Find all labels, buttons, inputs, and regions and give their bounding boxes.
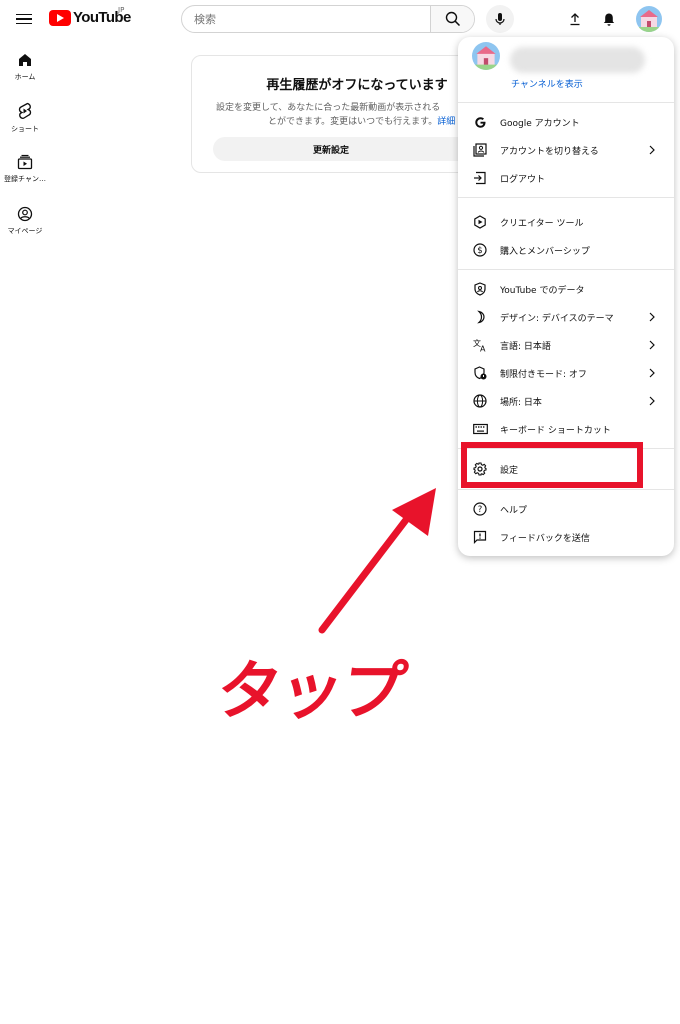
menu-section-help: ? ヘルプ フィードバックを送信: [458, 490, 674, 556]
youtube-logo[interactable]: YouTube JP: [49, 6, 131, 26]
switch-account-icon: [472, 142, 488, 158]
hamburger-menu-icon[interactable]: [14, 9, 34, 29]
chevron-right-icon: [649, 145, 655, 155]
menu-item-label: ログアウト: [500, 174, 546, 185]
account-menu-header: チャンネルを表示: [458, 37, 674, 103]
search-button[interactable]: [430, 6, 474, 32]
play-logo-icon: [49, 9, 71, 26]
keyboard-icon: [472, 421, 488, 437]
nav-item-subscriptions[interactable]: 登録チャン…: [0, 154, 50, 184]
nav-label: ショート: [11, 125, 39, 133]
notifications-button[interactable]: [598, 8, 620, 30]
view-channel-link[interactable]: チャンネルを表示: [511, 77, 583, 90]
menu-avatar: [472, 42, 500, 70]
logout-icon: [472, 170, 488, 186]
menu-item-label: クリエイター ツール: [500, 218, 584, 229]
menu-item-label: 場所: 日本: [500, 397, 542, 408]
menu-item-label: 言語: 日本語: [500, 341, 551, 352]
menu-item-label: ヘルプ: [500, 505, 528, 516]
nav-item-home[interactable]: ホーム: [0, 52, 50, 82]
menu-section-account: Google アカウント アカウントを切り替える ログアウト: [458, 103, 674, 198]
nav-label: マイページ: [7, 227, 43, 235]
nav-label: 登録チャン…: [4, 175, 46, 183]
creator-tools-icon: [472, 214, 488, 230]
voice-search-button[interactable]: [486, 5, 514, 33]
chevron-right-icon: [649, 312, 655, 322]
shorts-icon: [18, 102, 32, 119]
help-icon: ?: [472, 501, 488, 517]
menu-item-logout[interactable]: ログアウト: [458, 164, 674, 192]
history-off-description: 設定を変更して、あなたに合った最新動画が表示される とができます。変更はいつでも…: [216, 101, 480, 129]
description-line-2-text: とができます。変更はいつでも行えます。: [268, 117, 438, 127]
description-line-1: 設定を変更して、あなたに合った最新動画が表示される: [216, 103, 441, 113]
feedback-icon: [472, 529, 488, 545]
menu-item-help[interactable]: ? ヘルプ: [458, 495, 674, 523]
avatar-icon: [472, 42, 500, 70]
google-icon: [472, 114, 488, 130]
menu-item-language[interactable]: 文A 言語: 日本語: [458, 331, 674, 359]
menu-item-appearance[interactable]: デザイン: デバイスのテーマ: [458, 303, 674, 331]
history-off-title: 再生履歴がオフになっています: [266, 78, 448, 93]
history-off-card: 再生履歴がオフになっています 設定を変更して、あなたに合った最新動画が表示される…: [191, 55, 481, 173]
blurred-account-name: [510, 47, 645, 73]
menu-item-location[interactable]: 場所: 日本: [458, 387, 674, 415]
menu-item-label: YouTube でのデータ: [500, 285, 585, 296]
details-link[interactable]: 詳細: [437, 117, 455, 127]
search-input[interactable]: [182, 6, 430, 32]
menu-item-label: アカウントを切り替える: [500, 146, 599, 157]
pointer-arrow-icon: [318, 488, 436, 634]
svg-text:?: ?: [478, 505, 483, 515]
update-settings-button[interactable]: 更新設定: [213, 137, 480, 161]
tap-annotation-label: タップ: [211, 655, 409, 729]
menu-item-google-account[interactable]: Google アカウント: [458, 108, 674, 136]
menu-item-restricted-mode[interactable]: 制限付きモード: オフ: [458, 359, 674, 387]
menu-item-label: Google アカウント: [500, 118, 580, 129]
globe-icon: [472, 393, 488, 409]
menu-item-purchases[interactable]: $ 購入とメンバーシップ: [458, 236, 674, 264]
account-avatar[interactable]: [636, 6, 662, 32]
description-line-2: とができます。変更はいつでも行えます。詳細: [216, 115, 480, 129]
nav-item-shorts[interactable]: ショート: [0, 102, 50, 134]
menu-section-creator: クリエイター ツール $ 購入とメンバーシップ: [458, 198, 674, 270]
menu-item-label: キーボード ショートカット: [500, 425, 611, 436]
menu-item-keyboard-shortcuts[interactable]: キーボード ショートカット: [458, 415, 674, 443]
theme-moon-icon: [472, 309, 488, 325]
bell-icon: [603, 13, 615, 26]
search-icon: [445, 11, 460, 27]
menu-item-label: 制限付きモード: オフ: [500, 369, 587, 380]
profile-icon: [17, 206, 33, 222]
avatar-icon: [636, 6, 662, 32]
dollar-icon: $: [472, 242, 488, 258]
home-icon: [19, 54, 31, 66]
menu-section-preferences: YouTube でのデータ デザイン: デバイスのテーマ 文A 言語: 日本語 …: [458, 270, 674, 449]
svg-text:A: A: [480, 345, 486, 353]
chevron-right-icon: [649, 368, 655, 378]
menu-item-label: デザイン: デバイスのテーマ: [500, 313, 614, 324]
data-shield-icon: [472, 281, 488, 297]
chevron-right-icon: [649, 396, 655, 406]
top-bar: YouTube JP: [0, 0, 680, 38]
country-code: JP: [118, 6, 125, 14]
menu-item-send-feedback[interactable]: フィードバックを送信: [458, 523, 674, 551]
chevron-right-icon: [649, 340, 655, 350]
nav-item-my-page[interactable]: マイページ: [0, 206, 50, 236]
restricted-shield-icon: [472, 365, 488, 381]
menu-item-switch-account[interactable]: アカウントを切り替える: [458, 136, 674, 164]
mic-icon: [495, 13, 505, 25]
search-box: [181, 5, 475, 33]
subscriptions-icon: [17, 154, 33, 170]
menu-item-your-data[interactable]: YouTube でのデータ: [458, 275, 674, 303]
upload-button[interactable]: [564, 8, 586, 30]
settings-highlight-box: [461, 442, 643, 488]
menu-item-label: 購入とメンバーシップ: [500, 246, 590, 257]
menu-item-label: フィードバックを送信: [500, 533, 590, 544]
translate-icon: 文A: [472, 337, 488, 353]
menu-item-creator-tools[interactable]: クリエイター ツール: [458, 208, 674, 236]
nav-label: ホーム: [14, 73, 36, 81]
svg-text:$: $: [477, 246, 482, 256]
upload-icon: [570, 13, 580, 26]
